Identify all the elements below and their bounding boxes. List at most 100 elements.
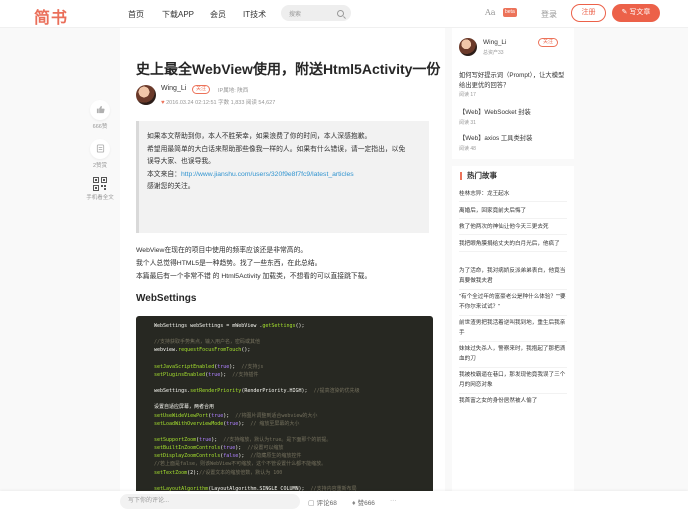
code-line: webview.requestFocusFromTouch(); [154, 346, 433, 354]
hot-story-item[interactable]: 我首富之女的身份居然被人偷了 [459, 396, 567, 408]
code-token: 设置自适应屏幕，两者合用 [154, 404, 215, 411]
author-post-title[interactable]: 【Web】axios 工具类封装 [459, 134, 567, 144]
jianshu-logo[interactable]: 简书 [34, 4, 68, 28]
code-token: true [208, 371, 221, 378]
code-token: setUseWideViewPort [154, 412, 209, 419]
hot-story-item[interactable]: 妹妹过失杀人，警察来时，我抱起了那把滴血的刀 [459, 344, 567, 368]
code-token: false [223, 453, 239, 460]
author-profile-link[interactable]: http://www.jianshu.com/users/320f9e8f7fc… [181, 171, 354, 178]
hot-story-item[interactable]: 桂林志异：龙王起水 [459, 189, 567, 203]
author-post-reads: 阅读 48 [459, 145, 476, 152]
author-post-item[interactable]: 如何写好提示词（Prompt），让大模型给出更优的回答？ 阅读 17 [459, 71, 567, 98]
search-bar[interactable]: 搜索 [281, 5, 351, 21]
author-post-title[interactable]: 如何写好提示词（Prompt），让大模型给出更优的回答？ [459, 71, 567, 90]
code-block: WebSettings webSettings = mWebView .getS… [136, 316, 433, 512]
more-button[interactable]: ··· [390, 497, 397, 504]
code-line: setPluginsEnabled(true); //支持插件 [154, 371, 433, 379]
nav-home[interactable]: 首页 [128, 9, 144, 20]
like-button[interactable]: ♦ 赞666 [352, 497, 375, 507]
section-heading: WebSettings [136, 293, 197, 304]
nav-it-tech[interactable]: IT技术 [243, 9, 266, 20]
like-count: 666赞 [92, 124, 108, 130]
reward-action[interactable]: 2赞赏 [86, 139, 114, 169]
code-token: setJavaScriptEnabled [154, 363, 215, 370]
mobile-read-label: 手机看全文 [86, 195, 114, 201]
author-post-reads: 阅读 17 [459, 92, 476, 98]
nav-download-app[interactable]: 下载APP [162, 9, 194, 20]
body-paragraph: 我个人总觉得HTML5是一种趋势。找了一些东西，在此总结。 [136, 260, 322, 267]
code-token: setDisplayZoomControls [154, 453, 221, 460]
author-post-item[interactable]: 【Web】axios 工具类封装 阅读 48 [459, 134, 567, 152]
beta-badge[interactable]: beta [503, 8, 517, 17]
hot-stories-card: 热门故事 桂林志异：龙王起水 离婚后，回家竟前夫后悔了 救了他两次的神仙让他今天… [452, 166, 574, 491]
code-token: setBuiltInZoomControls [154, 445, 221, 452]
author-post-item[interactable]: 【Web】WebSocket 封装 阅读 31 [459, 108, 567, 126]
search-icon[interactable] [337, 10, 344, 17]
code-token: setLoadWithOverviewMode [154, 420, 224, 427]
code-token: ); [220, 371, 233, 378]
quote-line: 希望用最简单的大白话来帮助那些像我一样的人。如果有什么错误，请一定指出，以免 [147, 145, 406, 153]
code-token: requestFocusFromTouch [178, 347, 242, 354]
code-line: WebSettings webSettings = mWebView .getS… [154, 322, 433, 330]
author-name[interactable]: Wing_Li [161, 85, 186, 92]
code-token: true [217, 363, 230, 370]
code-token: setPluginsEnabled [154, 371, 206, 378]
code-line: //若上面是false，则该WebView不可缩放，这个不管设置什么都不能缩放。 [154, 460, 433, 468]
diamond-icon: ♥ [161, 100, 165, 106]
code-token: true [211, 412, 224, 419]
sidebar-author-avatar[interactable] [459, 38, 477, 56]
sidebar-author-name[interactable]: Wing_Li [483, 39, 506, 46]
author-post-title[interactable]: 【Web】WebSocket 封装 [459, 108, 567, 118]
hot-story-item[interactable]: 前世渣男把我活着逆叫我到地，重生后我亲手 [459, 318, 567, 342]
quote-source-line: 本文来自：http://www.jianshu.com/users/320f9e… [147, 169, 421, 182]
code-token: setRenderPriority [190, 388, 242, 395]
comment-input[interactable]: 写下你的评论... [120, 494, 300, 509]
code-token: //支持缩放，默认为true。是下面那个的前提。 [223, 436, 332, 443]
reward-icon[interactable] [90, 139, 110, 159]
ip-location: IP属地: 陕西 [218, 88, 249, 94]
quote-line: 误导大家、也误导我。 [147, 158, 215, 166]
code-token: //支持插件 [232, 371, 259, 378]
code-token: ); [229, 363, 242, 370]
nav-membership[interactable]: 会员 [210, 9, 226, 20]
intro-quote: 如果本文帮助到你，本人不胜荣幸，如果浪费了你的时间，本人深感抱歉。 希望用最简单… [136, 121, 429, 233]
code-line: webSettings.setRenderPriority(RenderPrio… [154, 387, 433, 395]
code-line: setTextZoom(2);//设置文本的缩放倍数，默认为 100 [154, 469, 433, 477]
hot-story-item[interactable]: 我把眼角膜捐给丈夫的白月光后，他疯了 [459, 239, 567, 253]
code-line: //支持获取手势焦点，输入用户名，密码或其他 [154, 338, 433, 346]
bottom-action-bar: 写下你的评论... ▢ 评论68 ♦ 赞666 ··· [0, 491, 688, 512]
font-size-icon[interactable]: Aa [485, 8, 496, 17]
hot-story-item[interactable]: 为了活命，我对病娇反派弟弟表白，他竟当真要做我夫君 [459, 266, 567, 290]
code-token: (); [241, 347, 251, 354]
hot-story-item[interactable]: "有个全过年的富豪老公是种什么体验？""要不你尔来试试？" [459, 292, 567, 316]
comments-button[interactable]: ▢ 评论68 [308, 497, 337, 507]
search-input[interactable]: 搜索 [289, 9, 301, 18]
mobile-read-action[interactable]: 手机看全文 [86, 177, 114, 201]
qr-code-icon[interactable] [93, 177, 107, 191]
follow-author-button[interactable]: 关注 [192, 85, 211, 94]
article-card: 史上最全WebView使用，附送Html5Activity一份 Wing_Li … [120, 28, 445, 512]
code-token: true [226, 420, 239, 427]
article-meta-text: 2016.03.24 02:12:51 字数 1,833 阅读 54,627 [166, 100, 276, 106]
hot-story-item[interactable]: 我被校霸逼在巷口，那发现他竟我误了三个月的网恋对象 [459, 370, 567, 394]
thumbs-up-icon[interactable] [90, 100, 110, 120]
hot-story-item[interactable]: 救了他两次的神仙让他今天三更去死 [459, 222, 567, 236]
hot-story-item[interactable]: 离婚后，回家竟前夫后悔了 [459, 206, 567, 220]
code-line: setLoadWithOverviewMode(true); // 缩放至屏幕的… [154, 420, 433, 428]
code-token: (); [295, 323, 305, 329]
code-line: setUseWideViewPort(true); //将图片调整到适合webv… [154, 412, 433, 420]
code-token: WebSettings webSettings = mWebView . [154, 323, 263, 329]
login-link[interactable]: 登录 [541, 9, 557, 20]
thumbs-up-icon: ♦ [352, 500, 356, 507]
signup-button[interactable]: 注册 [571, 4, 606, 22]
quote-source-label: 本文来自： [147, 170, 181, 178]
like-action[interactable]: 666赞 [86, 100, 114, 130]
body-paragraph: 本篇最后有一个非常不错 的 Html5Activity 加载类，不想看的可以直接… [136, 273, 372, 280]
author-avatar[interactable] [136, 85, 156, 105]
write-article-button[interactable]: ✎ 写文章 [612, 4, 660, 22]
code-line: setBuiltInZoomControls(true); //设置可以缩放 [154, 444, 433, 452]
sidebar-follow-button[interactable]: 关注 [538, 38, 559, 47]
code-token: //支持js [241, 363, 264, 370]
